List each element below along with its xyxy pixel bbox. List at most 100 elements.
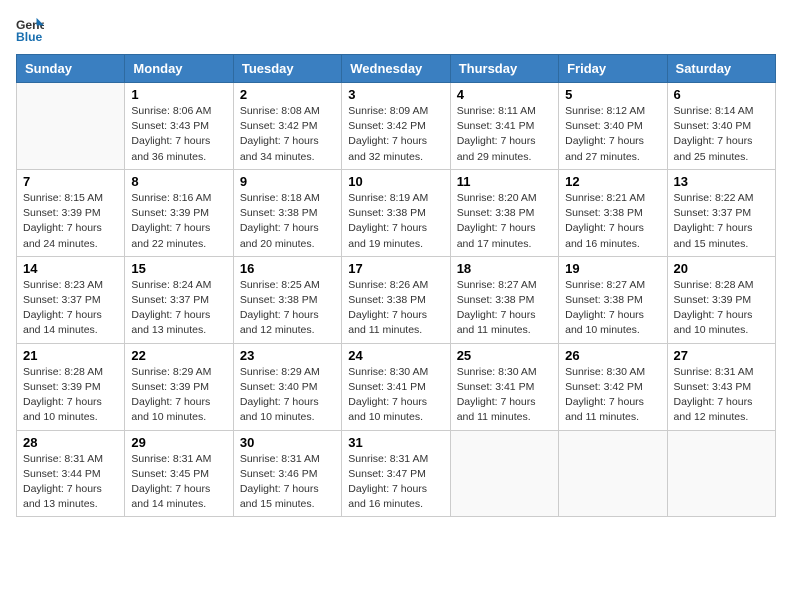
calendar-cell: 29 Sunrise: 8:31 AMSunset: 3:45 PMDaylig… [125,430,233,517]
calendar-header-row: SundayMondayTuesdayWednesdayThursdayFrid… [17,55,776,83]
calendar-week-row: 1 Sunrise: 8:06 AMSunset: 3:43 PMDayligh… [17,83,776,170]
day-number: 13 [674,174,769,189]
day-info: Sunrise: 8:24 AMSunset: 3:37 PMDaylight:… [131,278,226,339]
day-number: 17 [348,261,443,276]
day-info: Sunrise: 8:12 AMSunset: 3:40 PMDaylight:… [565,104,660,165]
calendar-week-row: 21 Sunrise: 8:28 AMSunset: 3:39 PMDaylig… [17,343,776,430]
day-number: 12 [565,174,660,189]
day-info: Sunrise: 8:22 AMSunset: 3:37 PMDaylight:… [674,191,769,252]
calendar-cell: 17 Sunrise: 8:26 AMSunset: 3:38 PMDaylig… [342,256,450,343]
calendar-cell: 11 Sunrise: 8:20 AMSunset: 3:38 PMDaylig… [450,169,558,256]
day-number: 8 [131,174,226,189]
day-info: Sunrise: 8:18 AMSunset: 3:38 PMDaylight:… [240,191,335,252]
day-info: Sunrise: 8:09 AMSunset: 3:42 PMDaylight:… [348,104,443,165]
day-info: Sunrise: 8:14 AMSunset: 3:40 PMDaylight:… [674,104,769,165]
calendar-cell: 6 Sunrise: 8:14 AMSunset: 3:40 PMDayligh… [667,83,775,170]
calendar-cell: 18 Sunrise: 8:27 AMSunset: 3:38 PMDaylig… [450,256,558,343]
day-number: 7 [23,174,118,189]
day-info: Sunrise: 8:11 AMSunset: 3:41 PMDaylight:… [457,104,552,165]
day-number: 21 [23,348,118,363]
calendar-cell: 7 Sunrise: 8:15 AMSunset: 3:39 PMDayligh… [17,169,125,256]
day-number: 31 [348,435,443,450]
day-info: Sunrise: 8:29 AMSunset: 3:39 PMDaylight:… [131,365,226,426]
calendar-cell: 5 Sunrise: 8:12 AMSunset: 3:40 PMDayligh… [559,83,667,170]
calendar-cell: 2 Sunrise: 8:08 AMSunset: 3:42 PMDayligh… [233,83,341,170]
day-info: Sunrise: 8:31 AMSunset: 3:43 PMDaylight:… [674,365,769,426]
calendar: SundayMondayTuesdayWednesdayThursdayFrid… [16,54,776,517]
day-info: Sunrise: 8:28 AMSunset: 3:39 PMDaylight:… [674,278,769,339]
day-number: 26 [565,348,660,363]
day-info: Sunrise: 8:31 AMSunset: 3:47 PMDaylight:… [348,452,443,513]
day-number: 4 [457,87,552,102]
calendar-cell: 30 Sunrise: 8:31 AMSunset: 3:46 PMDaylig… [233,430,341,517]
day-info: Sunrise: 8:21 AMSunset: 3:38 PMDaylight:… [565,191,660,252]
day-number: 14 [23,261,118,276]
day-number: 11 [457,174,552,189]
calendar-cell: 14 Sunrise: 8:23 AMSunset: 3:37 PMDaylig… [17,256,125,343]
day-info: Sunrise: 8:06 AMSunset: 3:43 PMDaylight:… [131,104,226,165]
day-number: 9 [240,174,335,189]
day-number: 19 [565,261,660,276]
calendar-cell [17,83,125,170]
day-info: Sunrise: 8:30 AMSunset: 3:41 PMDaylight:… [457,365,552,426]
calendar-cell: 15 Sunrise: 8:24 AMSunset: 3:37 PMDaylig… [125,256,233,343]
day-info: Sunrise: 8:27 AMSunset: 3:38 PMDaylight:… [565,278,660,339]
day-number: 15 [131,261,226,276]
calendar-cell: 31 Sunrise: 8:31 AMSunset: 3:47 PMDaylig… [342,430,450,517]
calendar-cell [667,430,775,517]
column-header-tuesday: Tuesday [233,55,341,83]
day-info: Sunrise: 8:16 AMSunset: 3:39 PMDaylight:… [131,191,226,252]
calendar-week-row: 28 Sunrise: 8:31 AMSunset: 3:44 PMDaylig… [17,430,776,517]
calendar-cell: 28 Sunrise: 8:31 AMSunset: 3:44 PMDaylig… [17,430,125,517]
calendar-cell: 27 Sunrise: 8:31 AMSunset: 3:43 PMDaylig… [667,343,775,430]
day-number: 1 [131,87,226,102]
header: General Blue [16,16,776,44]
day-info: Sunrise: 8:31 AMSunset: 3:45 PMDaylight:… [131,452,226,513]
calendar-week-row: 7 Sunrise: 8:15 AMSunset: 3:39 PMDayligh… [17,169,776,256]
day-info: Sunrise: 8:27 AMSunset: 3:38 PMDaylight:… [457,278,552,339]
day-info: Sunrise: 8:30 AMSunset: 3:41 PMDaylight:… [348,365,443,426]
calendar-cell: 13 Sunrise: 8:22 AMSunset: 3:37 PMDaylig… [667,169,775,256]
calendar-cell: 16 Sunrise: 8:25 AMSunset: 3:38 PMDaylig… [233,256,341,343]
day-info: Sunrise: 8:31 AMSunset: 3:44 PMDaylight:… [23,452,118,513]
column-header-monday: Monday [125,55,233,83]
day-number: 18 [457,261,552,276]
day-number: 3 [348,87,443,102]
day-number: 2 [240,87,335,102]
day-info: Sunrise: 8:20 AMSunset: 3:38 PMDaylight:… [457,191,552,252]
calendar-cell: 12 Sunrise: 8:21 AMSunset: 3:38 PMDaylig… [559,169,667,256]
day-number: 27 [674,348,769,363]
calendar-cell: 21 Sunrise: 8:28 AMSunset: 3:39 PMDaylig… [17,343,125,430]
day-number: 23 [240,348,335,363]
calendar-cell: 25 Sunrise: 8:30 AMSunset: 3:41 PMDaylig… [450,343,558,430]
column-header-wednesday: Wednesday [342,55,450,83]
svg-text:Blue: Blue [16,30,43,44]
column-header-saturday: Saturday [667,55,775,83]
day-number: 25 [457,348,552,363]
calendar-cell: 1 Sunrise: 8:06 AMSunset: 3:43 PMDayligh… [125,83,233,170]
day-info: Sunrise: 8:23 AMSunset: 3:37 PMDaylight:… [23,278,118,339]
day-number: 16 [240,261,335,276]
column-header-friday: Friday [559,55,667,83]
day-number: 30 [240,435,335,450]
calendar-cell: 9 Sunrise: 8:18 AMSunset: 3:38 PMDayligh… [233,169,341,256]
calendar-cell: 24 Sunrise: 8:30 AMSunset: 3:41 PMDaylig… [342,343,450,430]
day-number: 20 [674,261,769,276]
logo: General Blue [16,16,44,44]
day-info: Sunrise: 8:25 AMSunset: 3:38 PMDaylight:… [240,278,335,339]
day-number: 24 [348,348,443,363]
logo-icon: General Blue [16,16,44,44]
day-info: Sunrise: 8:30 AMSunset: 3:42 PMDaylight:… [565,365,660,426]
column-header-sunday: Sunday [17,55,125,83]
day-number: 22 [131,348,226,363]
calendar-cell: 8 Sunrise: 8:16 AMSunset: 3:39 PMDayligh… [125,169,233,256]
day-number: 5 [565,87,660,102]
calendar-cell: 26 Sunrise: 8:30 AMSunset: 3:42 PMDaylig… [559,343,667,430]
day-info: Sunrise: 8:15 AMSunset: 3:39 PMDaylight:… [23,191,118,252]
day-info: Sunrise: 8:08 AMSunset: 3:42 PMDaylight:… [240,104,335,165]
calendar-cell: 22 Sunrise: 8:29 AMSunset: 3:39 PMDaylig… [125,343,233,430]
calendar-week-row: 14 Sunrise: 8:23 AMSunset: 3:37 PMDaylig… [17,256,776,343]
day-info: Sunrise: 8:28 AMSunset: 3:39 PMDaylight:… [23,365,118,426]
calendar-cell: 4 Sunrise: 8:11 AMSunset: 3:41 PMDayligh… [450,83,558,170]
calendar-cell: 3 Sunrise: 8:09 AMSunset: 3:42 PMDayligh… [342,83,450,170]
